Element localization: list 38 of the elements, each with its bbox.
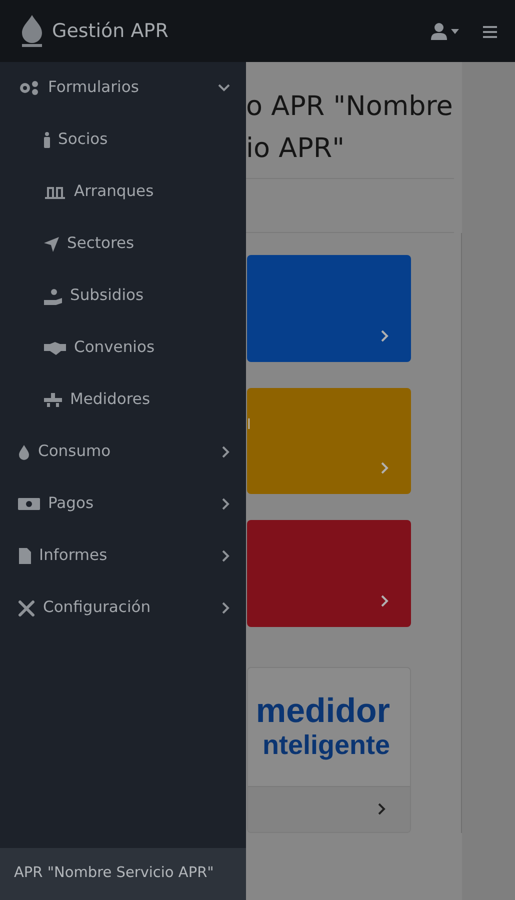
- water-drop-logo-icon: [20, 15, 44, 47]
- caret-icon: [451, 28, 459, 34]
- logo-text: medidor: [254, 693, 391, 731]
- chevron-down-icon: [218, 84, 230, 92]
- user-icon: [431, 22, 447, 40]
- sidebar-subitem[interactable]: Arranques: [0, 166, 246, 218]
- sidebar-subitem[interactable]: Subsidios: [0, 270, 246, 322]
- hand-coin-icon: [44, 288, 62, 304]
- sidebar-item[interactable]: Formularios: [0, 62, 246, 114]
- sidebar-footer: APR "Nombre Servicio APR": [0, 848, 246, 900]
- document-icon: [18, 548, 31, 564]
- sidebar-item[interactable]: Configuración: [0, 582, 246, 634]
- chevron-right-icon: [222, 498, 230, 510]
- logo-card[interactable]: medidor nteligente: [247, 666, 411, 833]
- sidebar-subitem[interactable]: Socios: [0, 114, 246, 166]
- location-arrow-icon: [44, 236, 59, 252]
- page-heading: o APR "Nombre io APR": [246, 90, 454, 166]
- logo-text: nteligente: [261, 730, 391, 760]
- chevron-right-icon: [381, 330, 389, 342]
- menu-icon: [483, 26, 497, 38]
- chevron-right-icon: [222, 602, 230, 614]
- sidebar-item[interactable]: Consumo: [0, 426, 246, 478]
- person-icon: [44, 132, 50, 148]
- money-icon: [18, 497, 40, 511]
- chevron-right-icon: [381, 594, 389, 607]
- water-drop-icon: [18, 444, 30, 460]
- sidebar-subitem[interactable]: Medidores: [0, 374, 246, 426]
- sidebar-item[interactable]: Pagos: [0, 478, 246, 530]
- user-menu-button[interactable]: [431, 22, 459, 40]
- brand-link[interactable]: Gestión APR: [20, 15, 168, 47]
- chevron-right-icon: [378, 803, 386, 816]
- sidebar-subitem[interactable]: Convenios: [0, 322, 246, 374]
- chevron-right-icon: [381, 462, 389, 474]
- chevron-right-icon: [222, 446, 230, 458]
- card-text: l: [247, 416, 251, 435]
- sidebar-item[interactable]: Informes: [0, 530, 246, 582]
- sidebar-subitem[interactable]: Sectores: [0, 218, 246, 270]
- chevron-right-icon: [222, 550, 230, 562]
